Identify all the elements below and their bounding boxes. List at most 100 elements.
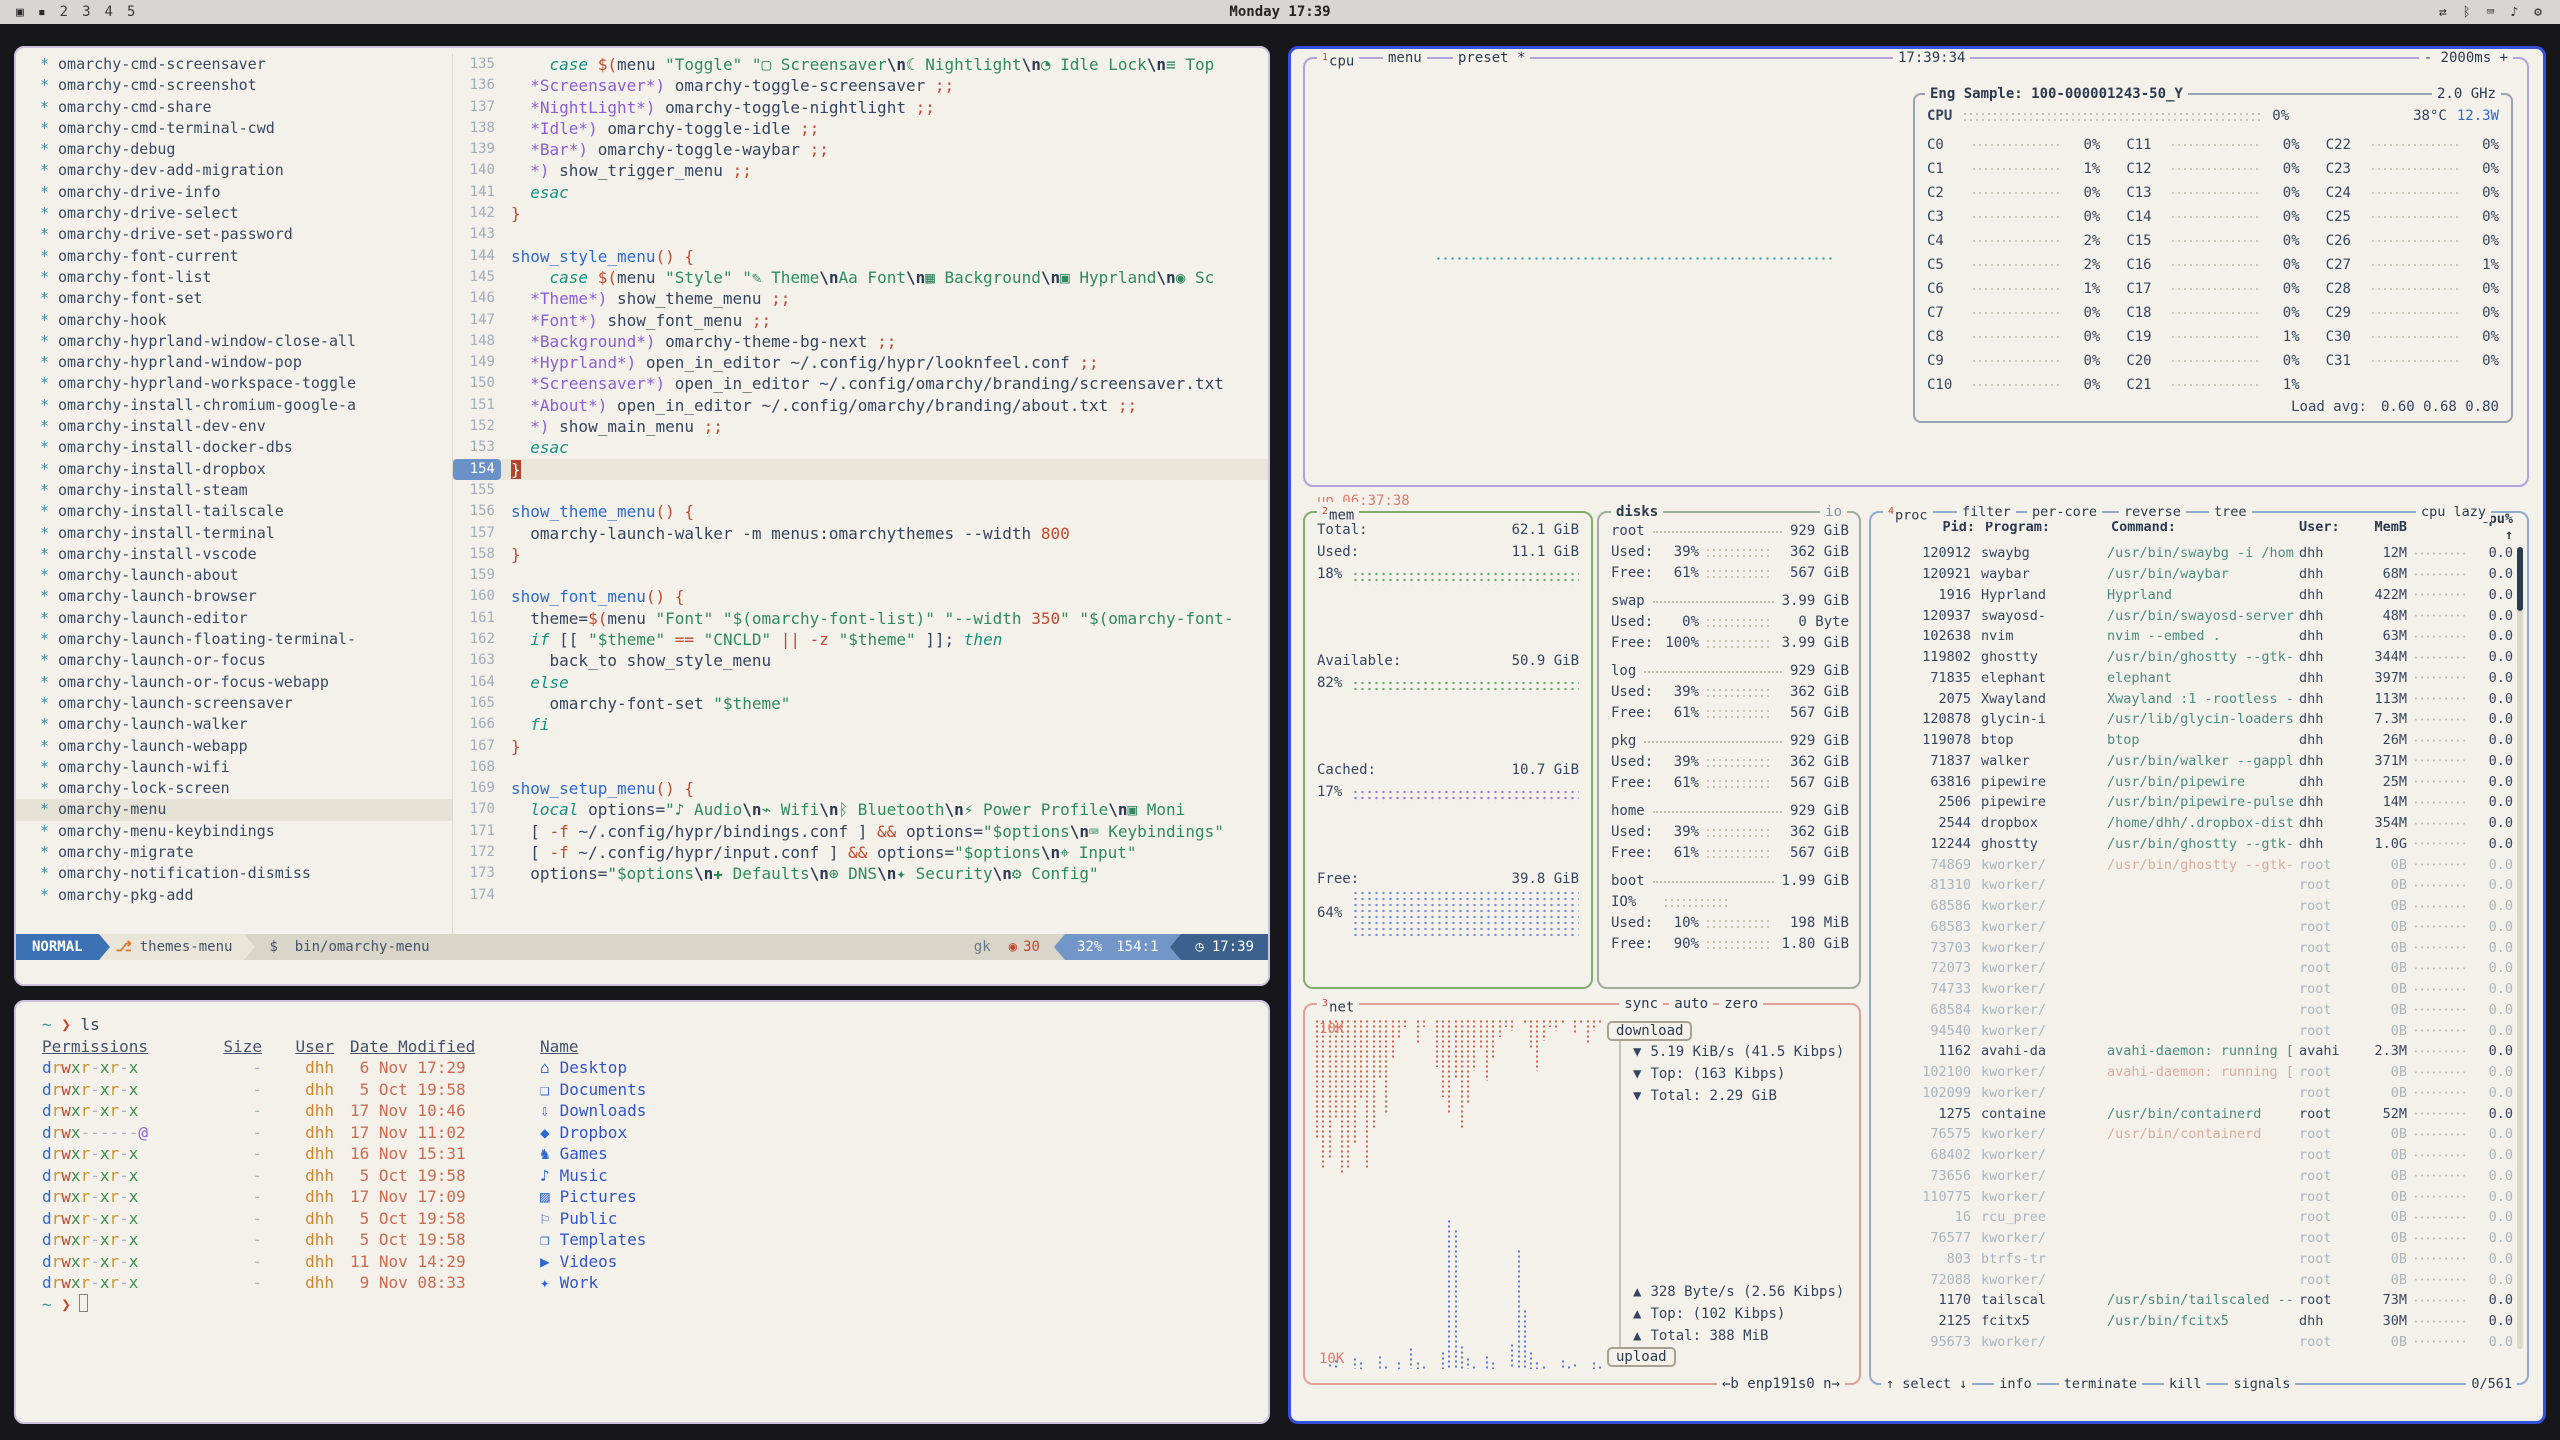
process-row[interactable]: 102100kworker/avahi-daemon: running [roo… bbox=[1875, 1062, 2513, 1083]
file-item[interactable]: *omarchy-launch-about bbox=[16, 565, 452, 586]
code-line[interactable]: 174 bbox=[453, 885, 1268, 906]
process-scrollbar[interactable] bbox=[2517, 547, 2523, 1349]
process-row[interactable]: 74869kworker//usr/bin/ghostty --gtk-root… bbox=[1875, 854, 2513, 875]
file-item[interactable]: *omarchy-install-vscode bbox=[16, 544, 452, 565]
file-item[interactable]: *omarchy-install-dev-env bbox=[16, 416, 452, 437]
process-row[interactable]: 76575kworker//usr/bin/containerdroot0B0.… bbox=[1875, 1124, 2513, 1145]
terminal-window[interactable]: ~ ❯ lsPermissionsSizeUserDate ModifiedNa… bbox=[14, 1000, 1270, 1424]
code-line[interactable]: 171 [ -f ~/.config/hypr/bindings.conf ] … bbox=[453, 821, 1268, 842]
process-row[interactable]: 74733kworker/root0B0.0 bbox=[1875, 979, 2513, 1000]
file-item[interactable]: *omarchy-menu bbox=[16, 799, 452, 820]
file-item[interactable]: *omarchy-cmd-terminal-cwd bbox=[16, 118, 452, 139]
process-row[interactable]: 81310kworker/root0B0.0 bbox=[1875, 875, 2513, 896]
code-line[interactable]: 158} bbox=[453, 544, 1268, 565]
volume-icon[interactable]: ♪ bbox=[2510, 5, 2518, 20]
code-line[interactable]: 140 *) show_trigger_menu ;; bbox=[453, 160, 1268, 181]
file-item[interactable]: *omarchy-launch-browser bbox=[16, 586, 452, 607]
file-item[interactable]: *omarchy-launch-wifi bbox=[16, 757, 452, 778]
process-row[interactable]: 1162avahi-daavahi-daemon: running [avahi… bbox=[1875, 1041, 2513, 1062]
command-line[interactable] bbox=[16, 960, 1268, 984]
code-line[interactable]: 172 [ -f ~/.config/hypr/input.conf ] && … bbox=[453, 842, 1268, 863]
file-item[interactable]: *omarchy-cmd-share bbox=[16, 97, 452, 118]
process-row[interactable]: 102638nvimnvim --embed .dhh63M0.0 bbox=[1875, 626, 2513, 647]
file-item[interactable]: *omarchy-migrate bbox=[16, 842, 452, 863]
folder-name[interactable]: Videos bbox=[560, 1251, 618, 1273]
process-row[interactable]: 2125fcitx5/usr/bin/fcitx5dhh30M0.0 bbox=[1875, 1311, 2513, 1332]
code-line[interactable]: 163 back_to show_style_menu bbox=[453, 650, 1268, 671]
folder-name[interactable]: Desktop bbox=[560, 1057, 627, 1079]
code-line[interactable]: 136 *Screensaver*) omarchy-toggle-screen… bbox=[453, 75, 1268, 96]
code-line[interactable]: 170 local options="♪ Audio\n⌁ Wifi\nᛒ Bl… bbox=[453, 799, 1268, 820]
file-item[interactable]: *omarchy-debug bbox=[16, 139, 452, 160]
per-core-button[interactable]: per-core bbox=[2027, 502, 2102, 522]
process-row[interactable]: 2075XwaylandXwayland :1 -rootless -dhh11… bbox=[1875, 688, 2513, 709]
process-row[interactable]: 68586kworker/root0B0.0 bbox=[1875, 896, 2513, 917]
process-row[interactable]: 12244ghostty/usr/bin/ghostty --gtk-dhh1.… bbox=[1875, 834, 2513, 855]
file-item[interactable]: *omarchy-notification-dismiss bbox=[16, 863, 452, 884]
code-line[interactable]: 147 *Font*) show_font_menu ;; bbox=[453, 310, 1268, 331]
file-item[interactable]: *omarchy-drive-info bbox=[16, 182, 452, 203]
process-row[interactable]: 16rcu_preeroot0B0.0 bbox=[1875, 1207, 2513, 1228]
file-item[interactable]: *omarchy-install-docker-dbs bbox=[16, 437, 452, 458]
code-line[interactable]: 152 *) show_main_menu ;; bbox=[453, 416, 1268, 437]
code-line[interactable]: 141 esac bbox=[453, 182, 1268, 203]
code-line[interactable]: 160show_font_menu() { bbox=[453, 586, 1268, 607]
filter-button[interactable]: filter bbox=[1957, 502, 2016, 522]
signals-button[interactable]: signals bbox=[2228, 1374, 2295, 1394]
file-item[interactable]: *omarchy-drive-set-password bbox=[16, 224, 452, 245]
folder-name[interactable]: Pictures bbox=[560, 1186, 637, 1208]
process-row[interactable]: 73656kworker/root0B0.0 bbox=[1875, 1166, 2513, 1187]
menu-button[interactable]: menu bbox=[1383, 48, 1427, 68]
file-item[interactable]: *omarchy-launch-floating-terminal- bbox=[16, 629, 452, 650]
code-line[interactable]: 161 theme=$(menu "Font" "$(omarchy-font-… bbox=[453, 608, 1268, 629]
folder-name[interactable]: Dropbox bbox=[560, 1122, 627, 1144]
process-row[interactable]: 71837walker/usr/bin/walker --gappldhh371… bbox=[1875, 751, 2513, 772]
folder-name[interactable]: Documents bbox=[560, 1079, 647, 1101]
file-item[interactable]: *omarchy-install-terminal bbox=[16, 523, 452, 544]
code-line[interactable]: 151 *About*) open_in_editor ~/.config/om… bbox=[453, 395, 1268, 416]
code-line[interactable]: 166 fi bbox=[453, 714, 1268, 735]
code-line[interactable]: 168 bbox=[453, 757, 1268, 778]
process-row[interactable]: 2544dropbox/home/dhh/.dropbox-distdhh354… bbox=[1875, 813, 2513, 834]
process-row[interactable]: 119078btopbtopdhh26M0.0 bbox=[1875, 730, 2513, 751]
tab-io[interactable]: io bbox=[1820, 502, 1847, 522]
file-item[interactable]: *omarchy-launch-walker bbox=[16, 714, 452, 735]
code-line[interactable]: 153 esac bbox=[453, 437, 1268, 458]
code-line[interactable]: 150 *Screensaver*) open_in_editor ~/.con… bbox=[453, 373, 1268, 394]
code-line[interactable]: 169show_setup_menu() { bbox=[453, 778, 1268, 799]
process-row[interactable]: 2506pipewire/usr/bin/pipewire-pulsedhh14… bbox=[1875, 792, 2513, 813]
process-row[interactable]: 120912swaybg/usr/bin/swaybg -i /homdhh12… bbox=[1875, 543, 2513, 564]
file-item[interactable]: *omarchy-install-tailscale bbox=[16, 501, 452, 522]
process-row[interactable]: 120878glycin-i/usr/lib/glycin-loadersdhh… bbox=[1875, 709, 2513, 730]
code-line[interactable]: 159 bbox=[453, 565, 1268, 586]
file-item[interactable]: *omarchy-dev-add-migration bbox=[16, 160, 452, 181]
folder-name[interactable]: Work bbox=[560, 1272, 599, 1294]
process-row[interactable]: 1916HyprlandHyprlanddhh422M0.0 bbox=[1875, 585, 2513, 606]
process-row[interactable]: 71835elephantelephantdhh397M0.0 bbox=[1875, 668, 2513, 689]
file-item[interactable]: *omarchy-launch-editor bbox=[16, 608, 452, 629]
code-line[interactable]: 137 *NightLight*) omarchy-toggle-nightli… bbox=[453, 97, 1268, 118]
code-line[interactable]: 165 omarchy-font-set "$theme" bbox=[453, 693, 1268, 714]
file-item[interactable]: *omarchy-launch-or-focus bbox=[16, 650, 452, 671]
code-line[interactable]: 139 *Bar*) omarchy-toggle-waybar ;; bbox=[453, 139, 1268, 160]
process-row[interactable]: 119802ghostty/usr/bin/ghostty --gtk-dhh3… bbox=[1875, 647, 2513, 668]
file-item[interactable]: *omarchy-install-steam bbox=[16, 480, 452, 501]
code-line[interactable]: 142} bbox=[453, 203, 1268, 224]
file-item[interactable]: *omarchy-font-current bbox=[16, 246, 452, 267]
code-line[interactable]: 167} bbox=[453, 736, 1268, 757]
folder-name[interactable]: Music bbox=[560, 1165, 608, 1187]
file-item[interactable]: *omarchy-hyprland-window-close-all bbox=[16, 331, 452, 352]
file-item[interactable]: *omarchy-launch-webapp bbox=[16, 736, 452, 757]
process-row[interactable]: 95673kworker/root0B0.0 bbox=[1875, 1332, 2513, 1353]
process-row[interactable]: 72088kworker/root0B0.0 bbox=[1875, 1269, 2513, 1290]
diagnostics-indicator[interactable]: ◉30 bbox=[1009, 939, 1040, 955]
file-item[interactable]: *omarchy-install-dropbox bbox=[16, 459, 452, 480]
code-line[interactable]: 138 *Idle*) omarchy-toggle-idle ;; bbox=[453, 118, 1268, 139]
code-line[interactable]: 145 case $(menu "Style" "✎ Theme\nAa Fon… bbox=[453, 267, 1268, 288]
settings-icon[interactable]: ⚙ bbox=[2534, 5, 2542, 20]
process-row[interactable]: 68583kworker/root0B0.0 bbox=[1875, 917, 2513, 938]
process-row[interactable]: 94540kworker/root0B0.0 bbox=[1875, 1020, 2513, 1041]
process-row[interactable]: 1170tailscal/usr/sbin/tailscaled --root7… bbox=[1875, 1290, 2513, 1311]
screen-share-icon[interactable]: ⇄ bbox=[2439, 5, 2447, 20]
folder-name[interactable]: Downloads bbox=[560, 1100, 647, 1122]
